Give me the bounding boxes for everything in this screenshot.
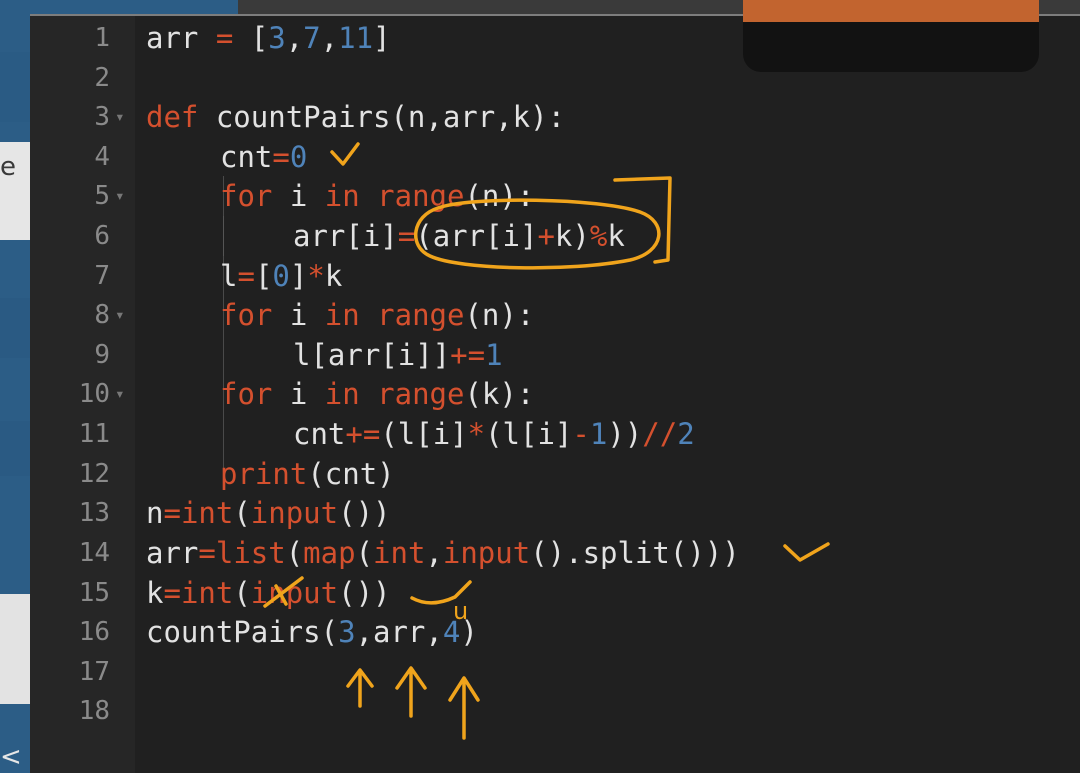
checkmark-icon (330, 142, 360, 166)
annotation-letter: u (453, 597, 468, 625)
cross-mark-icon (263, 576, 304, 608)
handwritten-annotations: u (263, 142, 830, 740)
arrow-up-icon (346, 668, 374, 708)
highlight-circle (414, 198, 661, 270)
arrow-up-icon (448, 676, 480, 740)
checkmark-icon (783, 542, 830, 562)
bracket-mark (613, 176, 672, 264)
arrow-up-icon (395, 666, 427, 718)
